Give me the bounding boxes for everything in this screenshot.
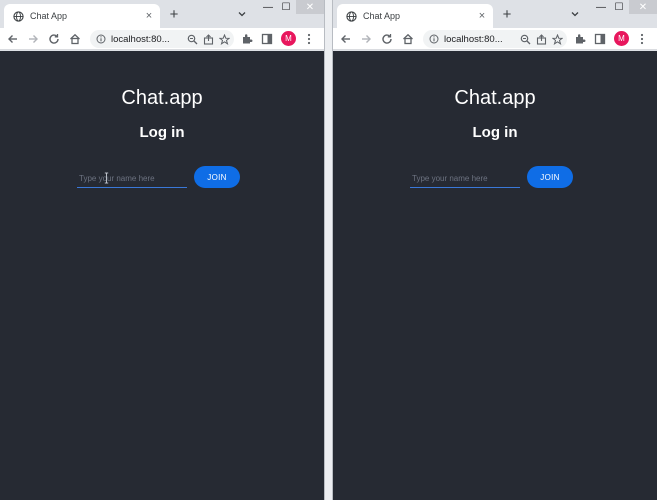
new-tab-button[interactable]: + <box>166 6 182 22</box>
tab-close-icon[interactable]: × <box>142 9 156 23</box>
tab-title: Chat App <box>363 11 401 21</box>
join-button[interactable]: JOIN <box>194 166 240 188</box>
tab-strip: Chat App × + — ☐ ✕ <box>0 0 324 28</box>
info-icon[interactable] <box>95 33 107 45</box>
browser-toolbar: localhost:80... M <box>333 28 657 50</box>
tab-strip: Chat App × + — ☐ ✕ <box>333 0 657 28</box>
zoom-icon[interactable] <box>518 32 532 46</box>
login-heading: Log in <box>139 124 185 141</box>
app-title: Chat.app <box>121 87 203 109</box>
join-button[interactable]: JOIN <box>527 166 573 188</box>
minimize-button[interactable]: — <box>591 0 611 14</box>
login-heading: Log in <box>472 124 518 141</box>
browser-toolbar: localhost:80... M <box>0 28 324 50</box>
close-window-button[interactable]: ✕ <box>296 0 324 14</box>
close-window-button[interactable]: ✕ <box>629 0 657 14</box>
page-viewport: Chat.app Log in JOIN <box>0 51 324 500</box>
share-icon[interactable] <box>201 32 215 46</box>
star-icon[interactable] <box>550 32 564 46</box>
page-viewport: Chat.app Log in JOIN <box>333 51 657 500</box>
home-icon[interactable] <box>401 32 415 46</box>
new-tab-button[interactable]: + <box>499 6 515 22</box>
forward-arrow-icon[interactable] <box>26 32 40 46</box>
tab-title: Chat App <box>30 11 68 21</box>
forward-arrow-icon[interactable] <box>359 32 373 46</box>
url-text: localhost:80... <box>111 33 170 45</box>
back-arrow-icon[interactable] <box>339 32 353 46</box>
more-menu-icon[interactable] <box>302 32 316 46</box>
url-text: localhost:80... <box>444 33 503 45</box>
name-input[interactable] <box>410 170 520 188</box>
browser-window-left: Chat App × + — ☐ ✕ localhost:80... M Cha… <box>0 0 324 500</box>
maximize-button[interactable]: ☐ <box>276 0 296 14</box>
chevron-down-icon[interactable] <box>236 8 248 20</box>
minimize-button[interactable]: — <box>258 0 278 14</box>
tab-chat-app[interactable]: Chat App × <box>4 4 160 28</box>
extensions-icon[interactable] <box>240 32 254 46</box>
tab-chat-app[interactable]: Chat App × <box>337 4 493 28</box>
profile-avatar[interactable]: M <box>614 31 629 46</box>
side-panel-icon[interactable] <box>260 32 274 46</box>
chevron-down-icon[interactable] <box>569 8 581 20</box>
address-bar[interactable]: localhost:80... <box>423 30 567 48</box>
info-icon[interactable] <box>428 33 440 45</box>
home-icon[interactable] <box>68 32 82 46</box>
reload-icon[interactable] <box>47 32 61 46</box>
share-icon[interactable] <box>534 32 548 46</box>
maximize-button[interactable]: ☐ <box>609 0 629 14</box>
back-arrow-icon[interactable] <box>6 32 20 46</box>
globe-icon <box>345 10 357 22</box>
star-icon[interactable] <box>217 32 231 46</box>
extensions-icon[interactable] <box>573 32 587 46</box>
tab-close-icon[interactable]: × <box>475 9 489 23</box>
globe-icon <box>12 10 24 22</box>
profile-avatar[interactable]: M <box>281 31 296 46</box>
browser-window-right: Chat App × + — ☐ ✕ localhost:80... M Cha… <box>333 0 657 500</box>
address-bar[interactable]: localhost:80... <box>90 30 234 48</box>
name-input[interactable] <box>77 170 187 188</box>
reload-icon[interactable] <box>380 32 394 46</box>
side-panel-icon[interactable] <box>593 32 607 46</box>
window-divider[interactable] <box>324 0 333 500</box>
zoom-icon[interactable] <box>185 32 199 46</box>
app-title: Chat.app <box>454 87 536 109</box>
text-cursor-icon <box>104 171 109 184</box>
more-menu-icon[interactable] <box>635 32 649 46</box>
